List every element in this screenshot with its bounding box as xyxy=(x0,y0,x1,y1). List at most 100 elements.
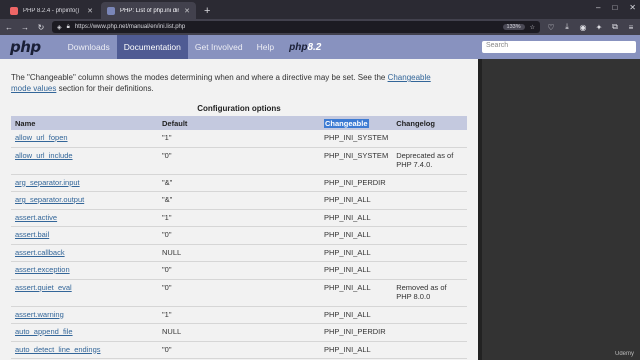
table-row: assert.exception "0" PHP_INI_ALL xyxy=(11,261,467,280)
table-row: assert.bail "0" PHP_INI_ALL xyxy=(11,226,467,245)
cell-default: "0" xyxy=(158,279,320,307)
nav-help[interactable]: Help xyxy=(250,35,281,59)
forward-icon[interactable]: → xyxy=(20,23,30,32)
tab-phpinfo[interactable]: PHP 8.2.4 - phpinfo() ✕ xyxy=(4,2,99,19)
cell-changelog xyxy=(392,226,467,245)
cell-name[interactable]: assert.exception xyxy=(11,261,158,280)
cell-changelog xyxy=(392,261,467,280)
cell-changelog xyxy=(392,130,467,148)
nav-get-involved[interactable]: Get Involved xyxy=(188,35,250,59)
search-input[interactable]: Search xyxy=(482,41,636,53)
intro-text-end: section for their definitions. xyxy=(56,84,154,93)
cell-changeable: PHP_INI_ALL xyxy=(320,209,393,227)
cell-name[interactable]: assert.bail xyxy=(11,226,158,245)
account-icon[interactable]: ◉ xyxy=(578,23,588,32)
table-row: assert.active "1" PHP_INI_ALL xyxy=(11,209,467,227)
url-text: https://www.php.net/manual/en/ini.list.p… xyxy=(74,24,186,30)
cell-changeable: PHP_INI_ALL xyxy=(320,279,393,307)
menu-icon[interactable]: ≡ xyxy=(626,23,636,32)
php-version-brand[interactable]: php8.2 xyxy=(289,42,321,53)
close-window-icon[interactable]: ✕ xyxy=(629,3,636,12)
new-tab-button[interactable]: + xyxy=(198,2,216,19)
downloads-icon[interactable]: ⤓ xyxy=(562,22,572,32)
cell-changelog xyxy=(392,323,467,342)
main-content: The "Changeable" column shows the modes … xyxy=(0,59,478,360)
cell-changeable: PHP_INI_PERDIR xyxy=(320,323,393,342)
table-row: allow_url_fopen "1" PHP_INI_SYSTEM xyxy=(11,130,467,148)
close-tab-icon[interactable]: ✕ xyxy=(87,7,93,15)
panel-divider xyxy=(478,59,482,360)
intro-text: The "Changeable" column shows the modes … xyxy=(11,73,388,82)
tab-title: PHP: List of php.ini directives xyxy=(120,7,179,14)
tab-php-ini-directives[interactable]: PHP: List of php.ini directives ✕ xyxy=(101,2,196,19)
pocket-icon[interactable]: ♡ xyxy=(546,23,556,32)
right-panel: Search xyxy=(478,35,640,360)
cell-changeable: PHP_INI_ALL xyxy=(320,244,393,262)
configuration-options-table: Name Default Changeable Changelog allow_… xyxy=(11,116,467,360)
table-caption: Configuration options xyxy=(197,104,281,113)
search-area: Search xyxy=(478,35,640,59)
cell-changelog xyxy=(392,244,467,262)
maximize-icon[interactable]: □ xyxy=(612,3,617,12)
extension-icon[interactable]: ✦ xyxy=(594,23,604,32)
zoom-level[interactable]: 133% xyxy=(502,24,525,30)
window-controls: – □ ✕ xyxy=(596,3,636,12)
cell-changeable: PHP_INI_PERDIR xyxy=(320,174,393,192)
nav-downloads[interactable]: Downloads xyxy=(61,35,117,59)
lock-icon: 🔒︎ xyxy=(66,23,70,30)
table-row: assert.warning "1" PHP_INI_ALL xyxy=(11,306,467,324)
brand-version: 8.2 xyxy=(307,41,322,53)
cell-changeable: PHP_INI_ALL xyxy=(320,306,393,324)
table-row: arg_separator.output "&" PHP_INI_ALL xyxy=(11,191,467,210)
cell-name[interactable]: assert.callback xyxy=(11,244,158,262)
cell-name[interactable]: arg_separator.input xyxy=(11,174,158,192)
table-row: auto_detect_line_endings "0" PHP_INI_ALL xyxy=(11,341,467,359)
cell-changeable: PHP_INI_ALL xyxy=(320,226,393,245)
cell-name[interactable]: arg_separator.output xyxy=(11,191,158,210)
browser-toolbar: ← → ↻ ◈ 🔒︎ https://www.php.net/manual/en… xyxy=(0,19,640,35)
cell-name[interactable]: auto_append_file xyxy=(11,323,158,342)
cell-default: "&" xyxy=(158,191,320,210)
php-logo[interactable]: php xyxy=(10,38,41,56)
cell-changelog xyxy=(392,191,467,210)
cell-default: NULL xyxy=(158,244,320,262)
cell-name[interactable]: allow_url_include xyxy=(11,147,158,175)
address-bar[interactable]: ◈ 🔒︎ https://www.php.net/manual/en/ini.l… xyxy=(52,21,540,33)
minimize-icon[interactable]: – xyxy=(596,3,600,12)
udemy-watermark: Udemy xyxy=(614,351,634,357)
cell-changelog xyxy=(392,306,467,324)
back-icon[interactable]: ← xyxy=(4,23,14,32)
cell-name[interactable]: assert.warning xyxy=(11,306,158,324)
cell-changelog xyxy=(392,174,467,192)
close-tab-icon[interactable]: ✕ xyxy=(184,7,190,15)
cell-changeable: PHP_INI_ALL xyxy=(320,341,393,359)
cell-changelog: Removed as of PHP 8.0.0 xyxy=(392,279,467,307)
reload-icon[interactable]: ↻ xyxy=(36,23,46,32)
cell-changelog xyxy=(392,209,467,227)
cell-default: "1" xyxy=(158,306,320,324)
cell-default: "0" xyxy=(158,147,320,175)
table-header-row: Name Default Changeable Changelog xyxy=(11,116,467,130)
php-favicon-icon xyxy=(107,6,115,15)
cell-name[interactable]: assert.active xyxy=(11,209,158,227)
selected-text: Changeable xyxy=(324,118,369,128)
table-row: assert.callback NULL PHP_INI_ALL xyxy=(11,244,467,262)
cell-changeable: PHP_INI_ALL xyxy=(320,261,393,280)
column-header-name: Name xyxy=(11,116,158,130)
nav-documentation[interactable]: Documentation xyxy=(116,35,188,59)
tab-title: PHP 8.2.4 - phpinfo() xyxy=(23,7,80,14)
cell-default: "0" xyxy=(158,226,320,245)
cell-changeable: PHP_INI_SYSTEM xyxy=(320,130,393,148)
bookmark-star-icon[interactable]: ☆ xyxy=(530,24,535,31)
brand-text: php xyxy=(289,41,308,53)
phpinfo-favicon-icon xyxy=(10,6,18,15)
cell-name[interactable]: auto_detect_line_endings xyxy=(11,341,158,359)
table-row: assert.quiet_eval "0" PHP_INI_ALL Removed a… xyxy=(11,279,467,307)
extensions-icon[interactable]: ⧉ xyxy=(610,22,620,32)
cell-changeable: PHP_INI_ALL xyxy=(320,191,393,210)
cell-name[interactable]: allow_url_fopen xyxy=(11,130,158,148)
cell-name[interactable]: assert.quiet_eval xyxy=(11,279,158,307)
tab-bar: PHP 8.2.4 - phpinfo() ✕ PHP: List of php… xyxy=(0,0,640,19)
cell-default: "1" xyxy=(158,209,320,227)
cell-default: NULL xyxy=(158,323,320,342)
